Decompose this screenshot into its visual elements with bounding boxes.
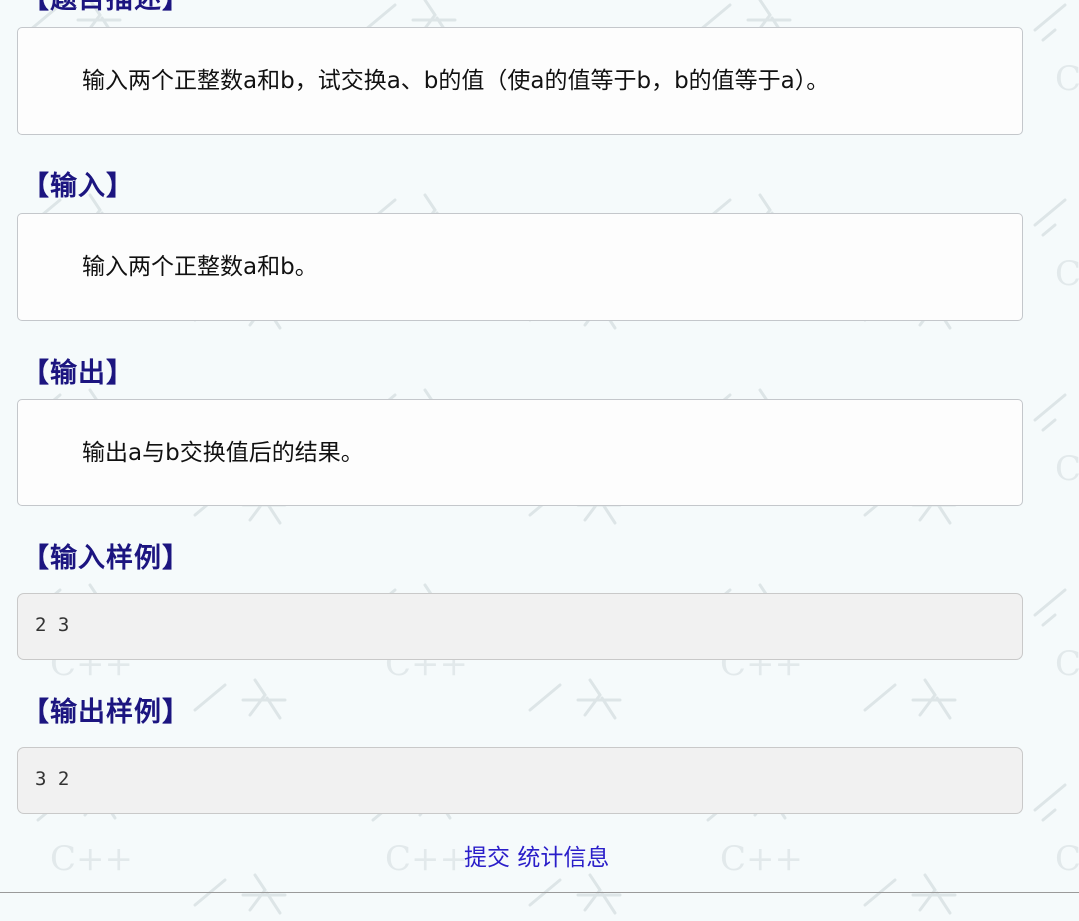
sample-output-title: 【输出样例】 xyxy=(22,697,190,728)
input-text: 输入两个正整数a和b。 xyxy=(82,254,318,280)
description-title: 【题目描述】 xyxy=(22,0,190,17)
sample-input-title: 【输入样例】 xyxy=(22,543,190,574)
input-title: 【输入】 xyxy=(22,171,134,202)
input-panel: 输入两个正整数a和b。 xyxy=(17,213,1023,321)
sample-output-panel: 3 2 xyxy=(17,747,1023,814)
description-panel: 输入两个正整数a和b，试交换a、b的值（使a的值等于b，b的值等于a）。 xyxy=(17,27,1023,135)
output-text: 输出a与b交换值后的结果。 xyxy=(82,440,364,466)
statistics-link[interactable]: 统计信息 xyxy=(517,845,609,871)
footer-divider xyxy=(0,892,1079,893)
description-text: 输入两个正整数a和b，试交换a、b的值（使a的值等于b，b的值等于a）。 xyxy=(82,68,830,94)
problem-actions: 提交 统计信息 xyxy=(464,842,609,874)
sample-output-text[interactable]: 3 2 xyxy=(35,748,69,811)
output-title: 【输出】 xyxy=(22,358,134,389)
submit-link[interactable]: 提交 xyxy=(464,845,510,871)
output-panel: 输出a与b交换值后的结果。 xyxy=(17,399,1023,506)
sample-input-panel: 2 3 xyxy=(17,593,1023,660)
sample-input-text[interactable]: 2 3 xyxy=(35,594,69,657)
